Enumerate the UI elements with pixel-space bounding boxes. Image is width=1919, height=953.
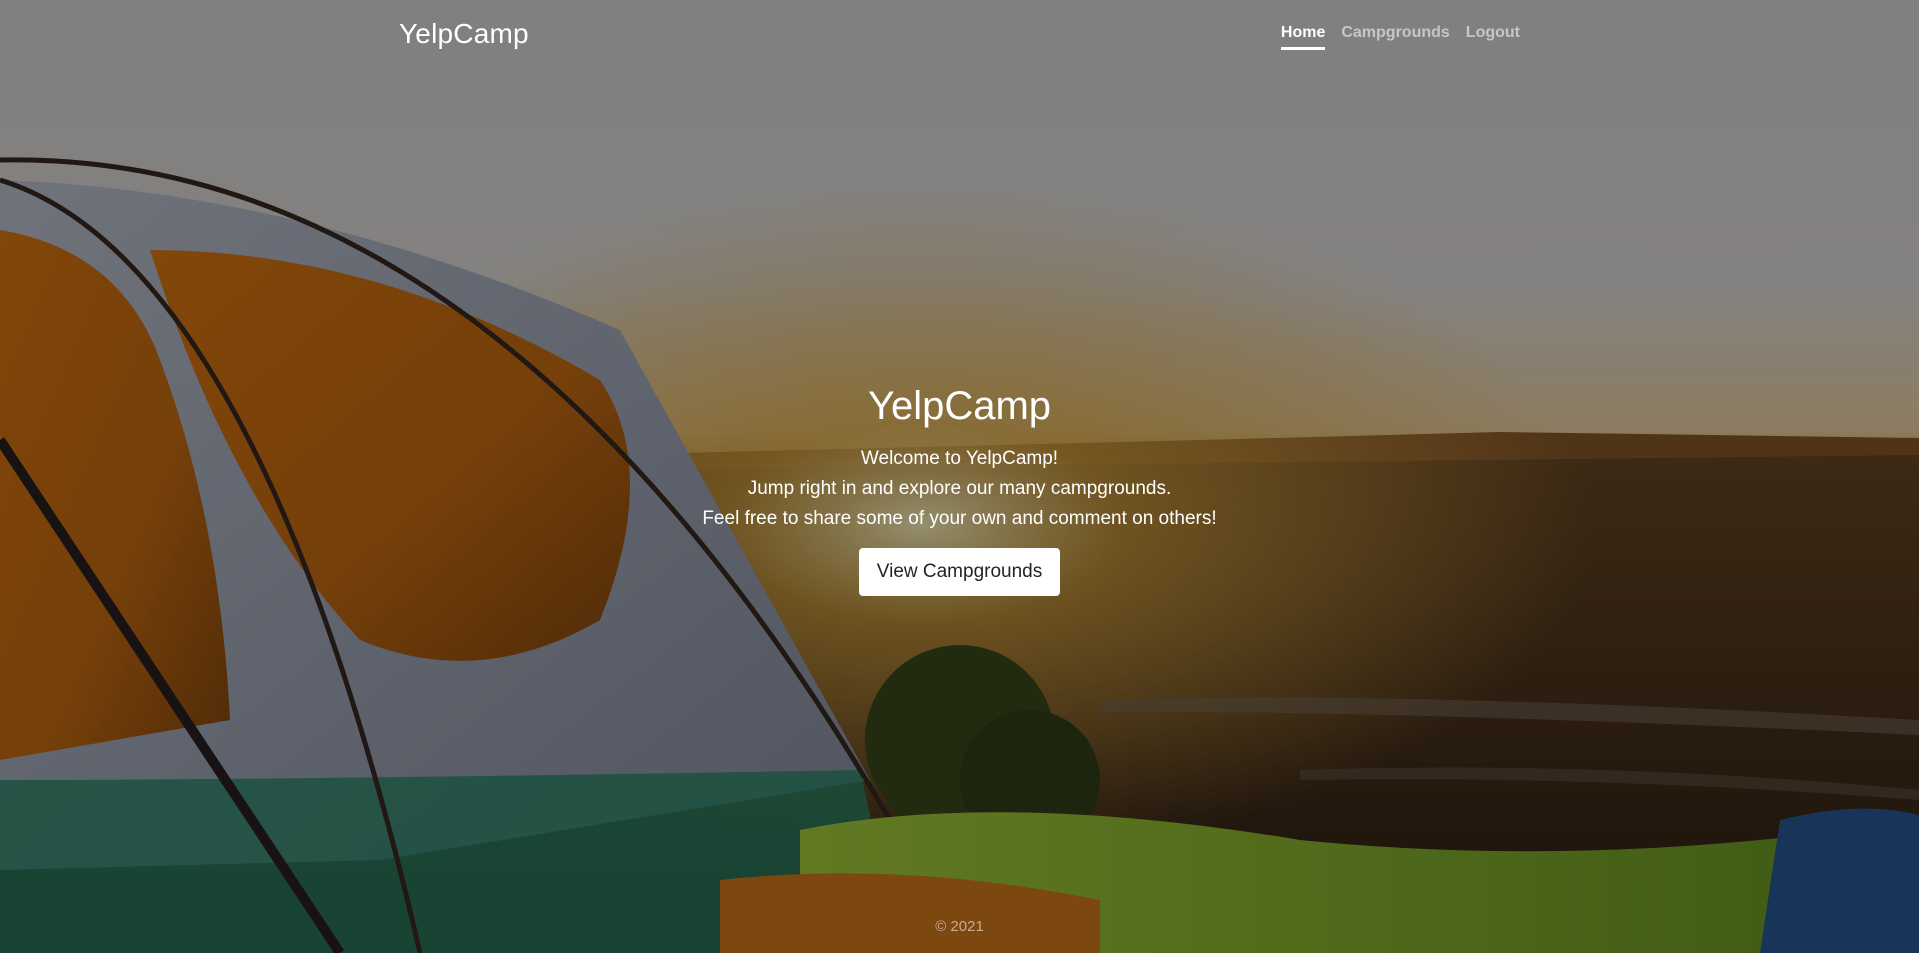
hero-section: YelpCamp Welcome to YelpCamp! Jump right… <box>0 378 1919 596</box>
explore-text: Jump right in and explore our many campg… <box>747 478 1172 499</box>
footer-copyright: © 2021 <box>935 918 984 935</box>
brand-logo[interactable]: YelpCamp <box>399 18 529 50</box>
top-navbar: YelpCamp Home Campgrounds Logout <box>399 14 1520 54</box>
share-text: Feel free to share some of your own and … <box>702 508 1217 529</box>
nav-link-campgrounds[interactable]: Campgrounds <box>1341 22 1449 50</box>
welcome-text: Welcome to YelpCamp! <box>860 448 1059 469</box>
nav-link-home[interactable]: Home <box>1280 22 1326 50</box>
nav-links: Home Campgrounds Logout <box>1265 22 1520 50</box>
view-campgrounds-button[interactable]: View Campgrounds <box>858 548 1061 596</box>
hero-title: YelpCamp <box>867 384 1052 428</box>
nav-link-logout[interactable]: Logout <box>1466 22 1520 50</box>
